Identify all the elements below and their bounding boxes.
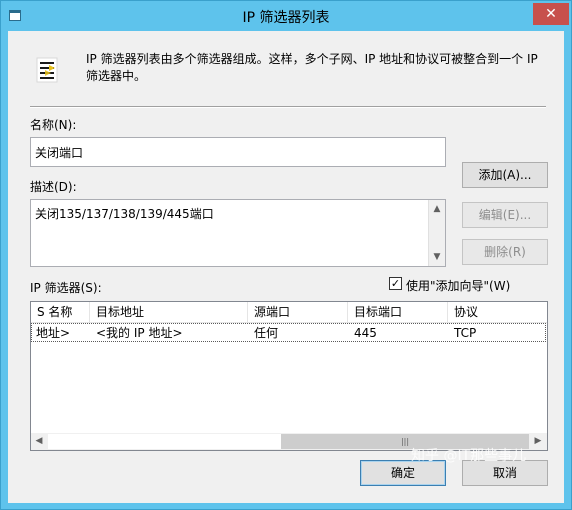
title-bar[interactable]: IP 筛选器列表 ✕ [1, 1, 571, 31]
wizard-checkbox[interactable]: ✓ [389, 277, 402, 290]
delete-button[interactable]: 删除(R) [462, 239, 548, 265]
filter-list-icon [36, 57, 58, 83]
cell-name: 地址> [36, 326, 71, 340]
ip-filter-list[interactable]: S 名称 目标地址 源端口 目标端口 协议 地址> <我的 IP 地址> 任何 … [30, 301, 548, 451]
add-button[interactable]: 添加(A)... [462, 162, 548, 188]
list-header: S 名称 目标地址 源端口 目标端口 协议 [31, 302, 547, 323]
column-header-destination-address[interactable]: 目标地址 [90, 302, 248, 322]
scroll-track[interactable] [48, 434, 281, 449]
column-header-protocol[interactable]: 协议 [448, 302, 547, 322]
scroll-up-icon[interactable]: ▲ [429, 201, 445, 217]
dialog-window: IP 筛选器列表 ✕ IP 筛选器列表由多个筛选器组成。这样，多个子网、IP 地… [0, 0, 572, 510]
info-description: IP 筛选器列表由多个筛选器组成。这样，多个子网、IP 地址和协议可被整合到一个… [86, 51, 556, 85]
separator [30, 106, 546, 108]
cell-protocol: TCP [454, 326, 477, 340]
watermark: 知乎 @IT那些事儿 [411, 448, 527, 464]
description-textarea[interactable]: 关闭135/137/138/139/445端口 ▲ ▼ [30, 199, 446, 267]
scroll-right-icon[interactable]: ▶ [530, 433, 546, 449]
column-header-source-port[interactable]: 源端口 [248, 302, 348, 322]
name-input-value: 关闭端口 [35, 146, 84, 160]
name-input[interactable]: 关闭端口 [30, 137, 446, 167]
ip-filters-label: IP 筛选器(S): [30, 281, 102, 295]
description-label: 描述(D): [30, 180, 77, 194]
name-label: 名称(N): [30, 118, 77, 132]
info-line-2: 筛选器中。 [86, 69, 147, 83]
column-header-name[interactable]: S 名称 [31, 302, 90, 322]
wizard-checkbox-label[interactable]: 使用"添加向导"(W) [406, 277, 510, 294]
table-row[interactable]: 地址> <我的 IP 地址> 任何 445 TCP [31, 323, 546, 342]
window-title: IP 筛选器列表 [242, 10, 330, 26]
cell-source-port: 任何 [254, 326, 279, 340]
scroll-down-icon[interactable]: ▼ [429, 249, 445, 265]
description-value: 关闭135/137/138/139/445端口 [35, 207, 214, 221]
cell-destination-port: 445 [354, 326, 377, 340]
close-button[interactable]: ✕ [533, 3, 569, 25]
cell-destination-address: <我的 IP 地址> [96, 326, 183, 340]
edit-button[interactable]: 编辑(E)... [462, 202, 548, 228]
dialog-body: IP 筛选器列表由多个筛选器组成。这样，多个子网、IP 地址和协议可被整合到一个… [8, 31, 564, 503]
info-line-1: IP 筛选器列表由多个筛选器组成。这样，多个子网、IP 地址和协议可被整合到一个… [86, 52, 538, 66]
description-scrollbar[interactable]: ▲ ▼ [428, 200, 445, 266]
scroll-left-icon[interactable]: ◀ [31, 433, 47, 449]
column-header-destination-port[interactable]: 目标端口 [348, 302, 448, 322]
